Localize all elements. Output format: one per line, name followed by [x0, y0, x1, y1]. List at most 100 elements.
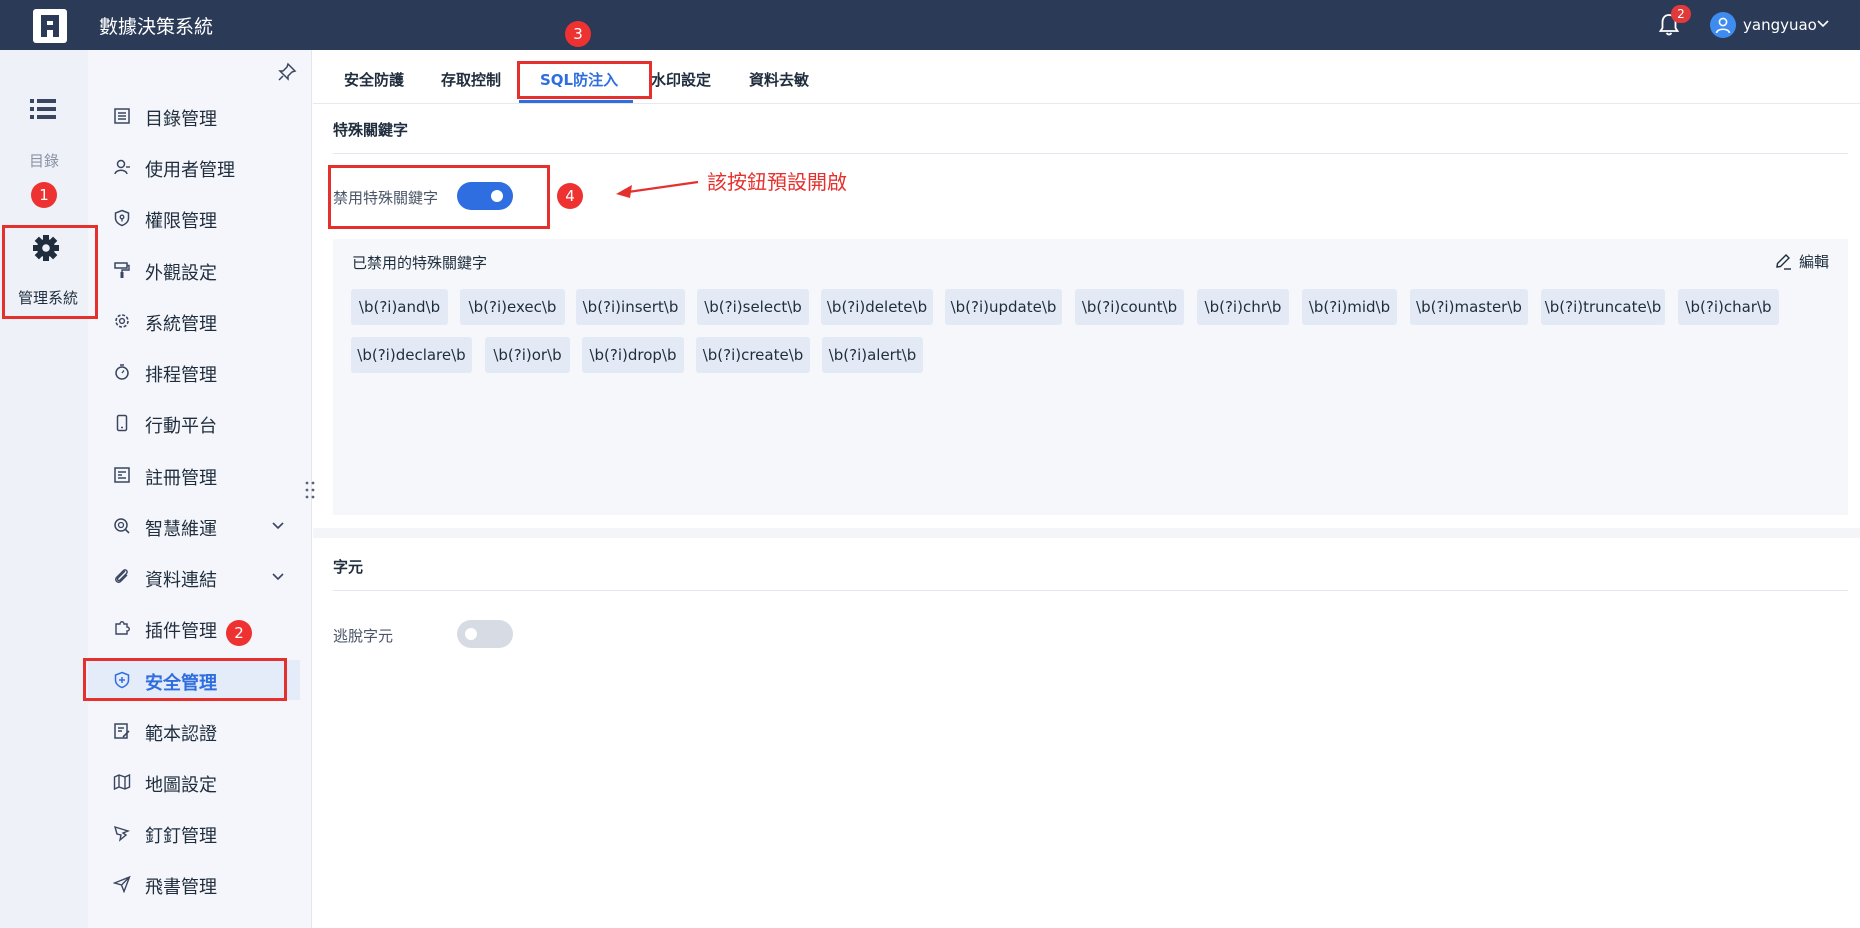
escape-chars-label: 逃脫字元: [333, 627, 394, 645]
keyword-tag: \b(?i)declare\b: [351, 337, 472, 373]
keyword-tag: \b(?i)update\b: [945, 289, 1062, 325]
sidebar-item-label: 外觀設定: [145, 263, 217, 284]
keyword-tag: \b(?i)exec\b: [460, 289, 565, 325]
mobile-icon: [116, 414, 128, 432]
list-icon: [114, 108, 130, 124]
user-avatar-icon: [1715, 17, 1731, 34]
tab-watermark[interactable]: 水印設定: [651, 69, 711, 90]
active-tab-indicator: [519, 100, 633, 103]
username[interactable]: yangyuao: [1743, 16, 1817, 34]
gear-icon: [115, 314, 129, 328]
annotation-box-sql-tab: [517, 61, 652, 99]
sidebar-item-scheduling[interactable]: 排程管理: [88, 352, 300, 392]
avatar[interactable]: [1710, 12, 1736, 38]
sidebar-item-label: 行動平台: [145, 416, 217, 437]
tab-security-protection[interactable]: 安全防護: [344, 69, 404, 90]
keyword-tag: \b(?i)or\b: [485, 337, 570, 373]
sidebar-item-users[interactable]: 使用者管理: [88, 147, 300, 187]
send-icon: [113, 875, 131, 893]
sidebar-item-permissions[interactable]: 權限管理: [88, 198, 300, 238]
app-title: 數據決策系統: [99, 16, 214, 38]
sidebar-item-label: 目錄管理: [145, 109, 217, 130]
keyword-tag: \b(?i)delete\b: [821, 289, 933, 325]
chevron-down-icon[interactable]: [1816, 17, 1830, 31]
annotation-badge-3: 3: [565, 21, 591, 47]
sidebar-item-label: 地圖設定: [145, 775, 217, 796]
edit-icon: [1776, 254, 1791, 270]
annotation-box-toggle: [328, 165, 550, 229]
annotation-badge-4: 4: [557, 183, 583, 209]
notification-badge: 2: [1671, 5, 1691, 23]
chevron-down-icon[interactable]: [271, 570, 285, 584]
drag-handle-icon[interactable]: [305, 480, 315, 500]
user-icon: [114, 159, 130, 175]
sidebar-item-label: 智慧維運: [145, 519, 217, 540]
chevron-down-icon[interactable]: [271, 519, 285, 533]
sidebar-item-label: 範本認證: [145, 724, 217, 745]
sidebar-item-register[interactable]: 註冊管理: [88, 455, 300, 495]
map-icon: [113, 773, 131, 791]
sidebar-item-appearance[interactable]: 外觀設定: [88, 250, 300, 290]
keyword-tag: \b(?i)char\b: [1678, 289, 1779, 325]
rail-catalog-label[interactable]: 目錄: [0, 150, 88, 171]
sidebar-item-label: 插件管理: [145, 621, 217, 642]
sidebar-item-label: 使用者管理: [145, 160, 235, 181]
edit-keywords-label: 編輯: [1799, 253, 1830, 271]
keywords-section-title: 特殊關鍵字: [333, 121, 409, 139]
disabled-keywords-panel: [333, 239, 1848, 515]
section-divider: [333, 590, 1848, 591]
keyword-tag: \b(?i)and\b: [351, 289, 448, 325]
puzzle-icon: [115, 621, 130, 635]
section-divider: [333, 153, 1848, 154]
template-cert-icon: [114, 723, 130, 739]
pin-icon[interactable]: [277, 62, 297, 82]
sidebar-item-system[interactable]: 系統管理: [88, 301, 300, 341]
sidebar-item-label: 資料連結: [145, 570, 217, 591]
sidebar-item-feishu[interactable]: 飛書管理: [88, 864, 300, 904]
sidebar-item-maintenance[interactable]: 智慧維運: [88, 506, 300, 546]
sidebar-item-catalog[interactable]: 目錄管理: [88, 96, 300, 136]
keyword-tag: \b(?i)mid\b: [1302, 289, 1397, 325]
dingtalk-icon: [113, 825, 131, 842]
annotation-note: 該按鈕預設開啟: [707, 170, 847, 194]
top-header: 數據決策系統 2 yangyuao: [0, 0, 1860, 50]
keyword-tag: \b(?i)master\b: [1410, 289, 1528, 325]
keyword-tag: \b(?i)count\b: [1075, 289, 1184, 325]
tab-data-masking[interactable]: 資料去敏: [749, 69, 809, 90]
sidebar-item-label: 飛書管理: [145, 877, 217, 898]
sidebar-item-label: 註冊管理: [145, 468, 217, 489]
keyword-tag: \b(?i)drop\b: [582, 337, 684, 373]
sidebar-item-plugins[interactable]: 插件管理: [88, 608, 300, 648]
keyword-tag: \b(?i)create\b: [696, 337, 810, 373]
chars-section-title: 字元: [333, 558, 364, 576]
app-logo[interactable]: [33, 9, 67, 43]
tab-access-control[interactable]: 存取控制: [441, 69, 501, 90]
annotation-badge-1: 1: [31, 182, 57, 208]
annotation-box-security: [83, 658, 287, 701]
keyword-tag: \b(?i)alert\b: [822, 337, 923, 373]
link-icon: [115, 569, 128, 583]
timer-icon: [115, 364, 129, 380]
annotation-box-admin: [2, 225, 98, 319]
annotation-badge-2: 2: [226, 620, 252, 646]
annotation-arrow-icon: [616, 180, 699, 198]
section-separator: [313, 528, 1860, 538]
sidebar-item-label: 排程管理: [145, 365, 217, 386]
shield-lock-icon: [114, 209, 130, 227]
register-icon: [114, 467, 130, 483]
sidebar-item-label: 權限管理: [145, 211, 217, 232]
disabled-keywords-title: 已禁用的特殊關鍵字: [352, 254, 488, 272]
sidebar-item-label: 釘釘管理: [145, 826, 217, 847]
list-icon[interactable]: [30, 98, 56, 120]
escape-chars-toggle[interactable]: [457, 620, 513, 648]
sidebar-item-map[interactable]: 地圖設定: [88, 762, 300, 802]
keyword-tag: \b(?i)insert\b: [576, 289, 685, 325]
sidebar-item-data-link[interactable]: 資料連結: [88, 557, 300, 597]
keyword-tag: \b(?i)select\b: [697, 289, 809, 325]
sidebar-item-template-cert[interactable]: 範本認證: [88, 711, 300, 751]
sidebar-item-mobile[interactable]: 行動平台: [88, 403, 300, 443]
sidebar-item-dingtalk[interactable]: 釘釘管理: [88, 813, 300, 853]
keyword-tag: \b(?i)chr\b: [1197, 289, 1289, 325]
keyword-tag: \b(?i)truncate\b: [1541, 289, 1665, 325]
maintenance-icon: [114, 518, 130, 534]
